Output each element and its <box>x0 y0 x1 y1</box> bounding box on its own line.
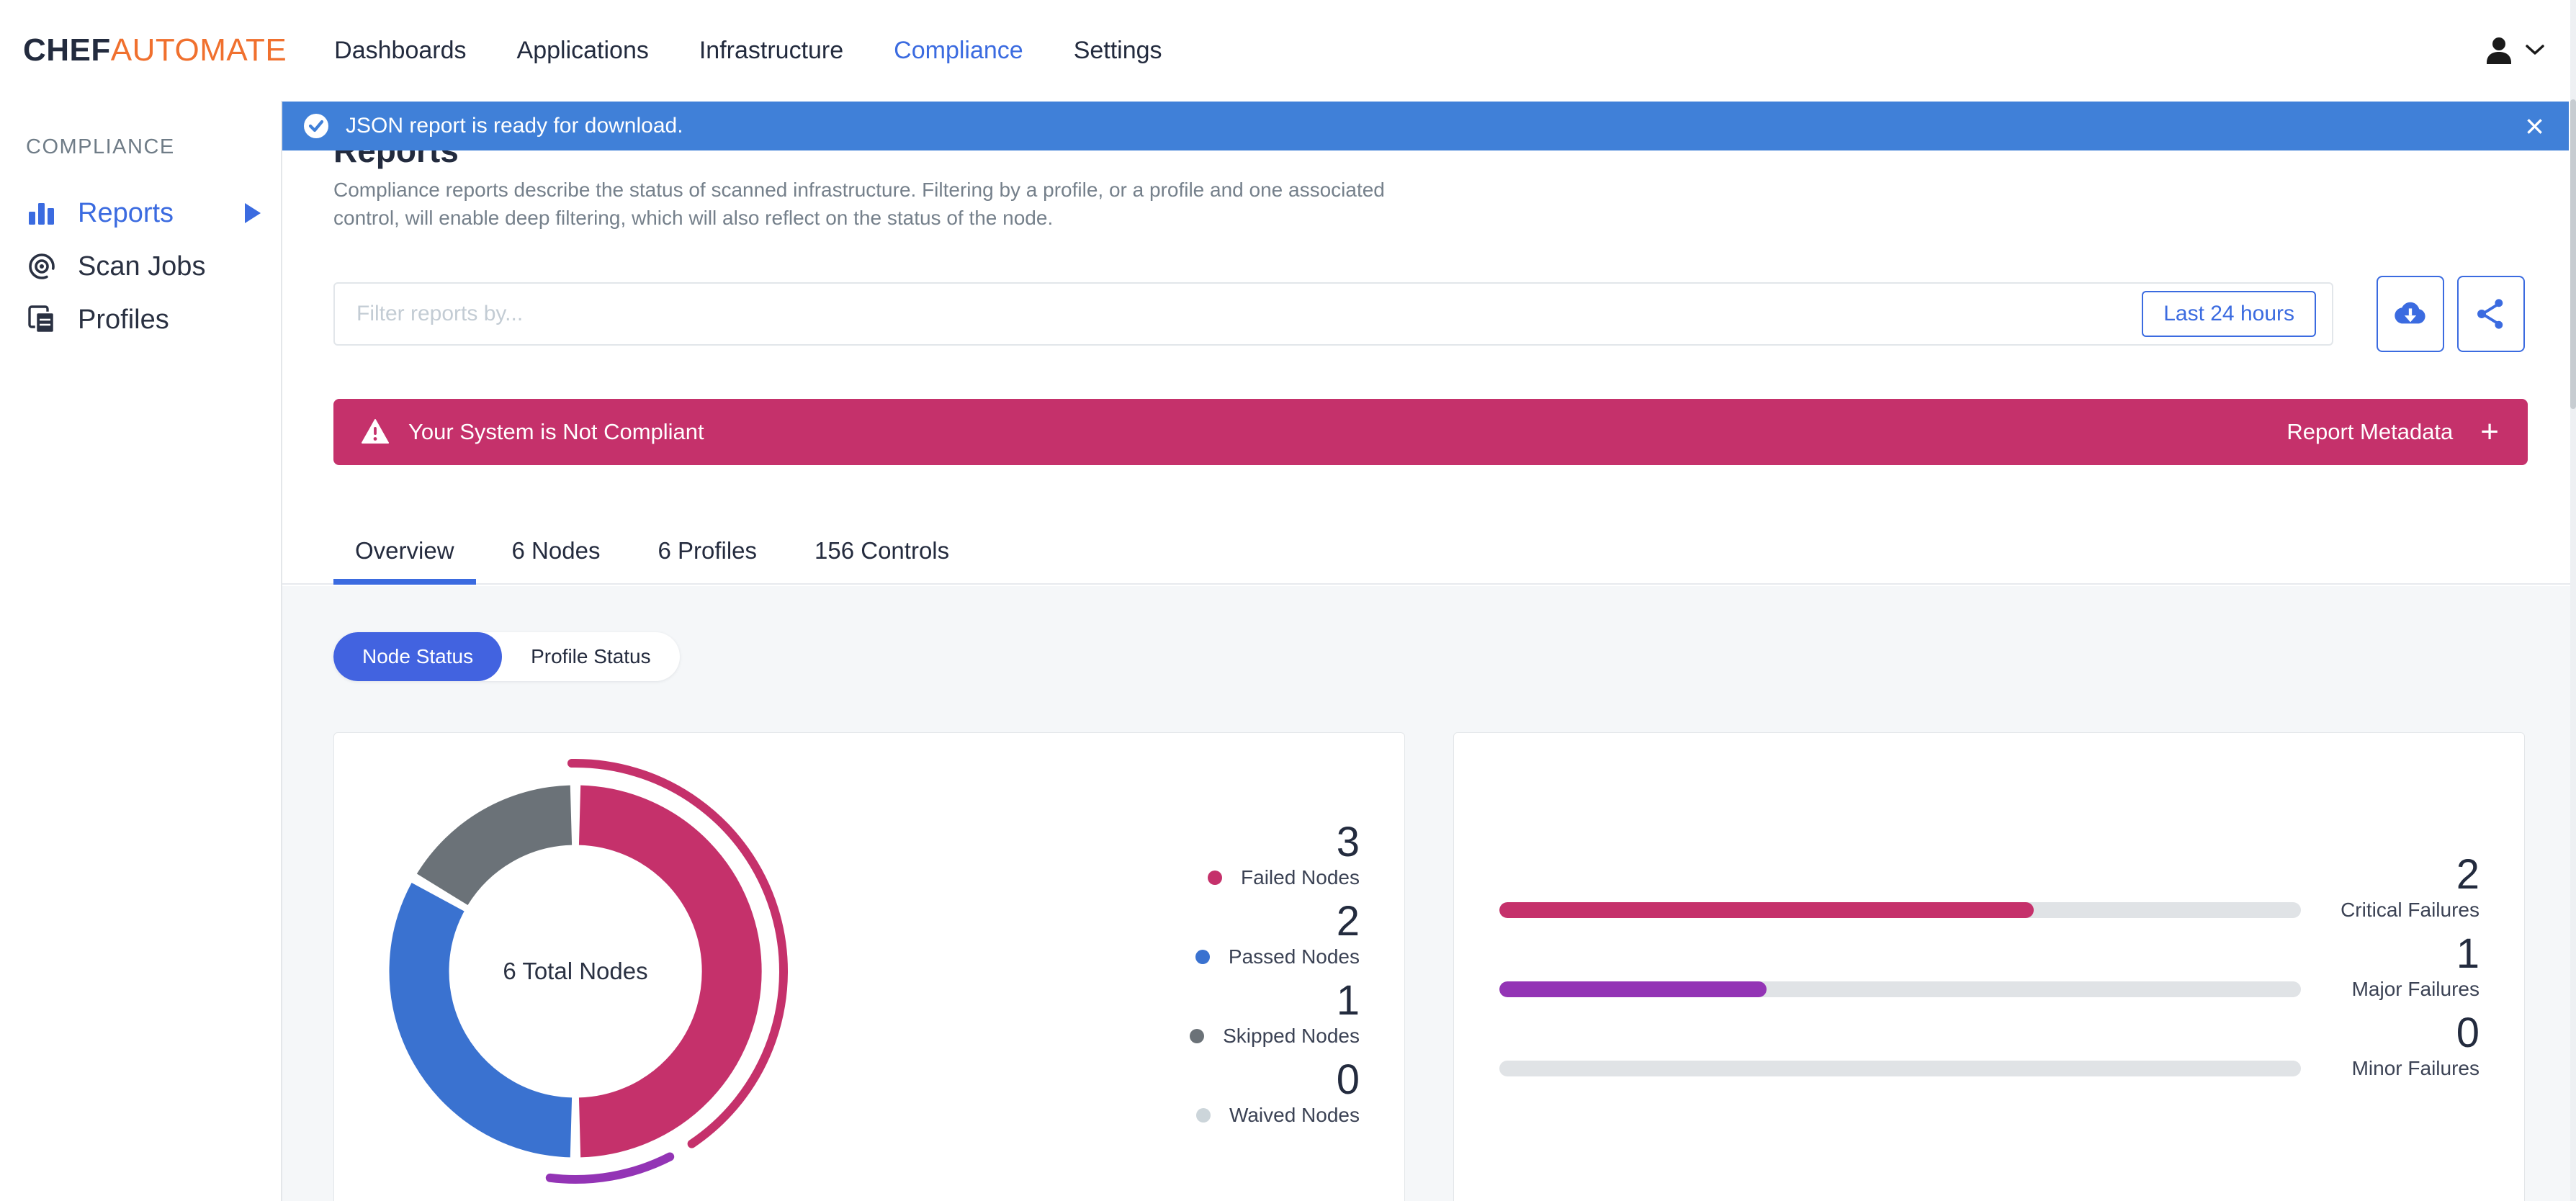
severity-bar-fill <box>1499 902 2034 918</box>
time-range-button[interactable]: Last 24 hours <box>2142 291 2316 337</box>
severity-bar-track <box>1499 902 2301 918</box>
donut-center-label: 6 Total Nodes <box>503 958 648 984</box>
legend-label: Waived Nodes <box>1229 1104 1360 1126</box>
nav-dashboards[interactable]: Dashboards <box>334 37 466 65</box>
app-window: CHEFAUTOMATE Dashboards Applications Inf… <box>0 0 2576 1201</box>
tab-profiles[interactable]: 6 Profiles <box>636 537 778 585</box>
filter-input-wrap: Last 24 hours <box>333 282 2333 346</box>
legend-dot-icon <box>1195 950 1210 964</box>
sidebar-section-label: COMPLIANCE <box>26 135 175 158</box>
cloud-download-icon <box>2392 295 2429 333</box>
toggle-node-status[interactable]: Node Status <box>333 632 503 681</box>
severity-value: 0 <box>2456 1009 2479 1056</box>
documents-icon <box>26 304 58 336</box>
sidebar-item-scan-jobs[interactable]: Scan Jobs <box>26 240 266 293</box>
primary-nav: Dashboards Applications Infrastructure C… <box>334 37 1162 65</box>
filter-toolbar: Last 24 hours <box>333 276 2525 352</box>
legend-value: 2 <box>1336 898 1360 945</box>
reports-header-section: Reports Compliance reports describe the … <box>282 101 2576 585</box>
legend-label: Skipped Nodes <box>1223 1025 1360 1047</box>
filter-reports-input[interactable] <box>333 282 2333 346</box>
overview-cards: 6 Total Nodes 3 Failed Nodes 2 Passed No… <box>333 732 2525 1201</box>
page-scrollbar[interactable] <box>2570 0 2576 1201</box>
sidebar-item-label: Scan Jobs <box>78 251 206 282</box>
legend-dot-icon <box>1190 1029 1205 1043</box>
severity-bar-row: 2 Critical Failures <box>1499 854 2479 925</box>
legend-value: 3 <box>1336 819 1360 865</box>
legend-row: 0 Waived Nodes <box>1195 1056 1360 1130</box>
logo-automate-text: AUTOMATE <box>110 32 287 68</box>
scan-target-icon <box>26 251 58 282</box>
chef-automate-logo[interactable]: CHEFAUTOMATE <box>23 32 287 68</box>
plus-icon: + <box>2480 414 2499 449</box>
user-menu[interactable] <box>2482 34 2544 67</box>
user-profile-icon <box>2482 34 2516 67</box>
sidebar-item-reports[interactable]: Reports <box>26 186 266 240</box>
chevron-down-icon <box>2526 45 2544 56</box>
severity-bar-row: 1 Major Failures <box>1499 933 2479 1004</box>
download-notification-banner: JSON report is ready for download. × <box>282 102 2569 150</box>
toggle-profile-status[interactable]: Profile Status <box>502 632 680 681</box>
notification-message: JSON report is ready for download. <box>346 114 683 138</box>
report-tabs: Overview 6 Nodes 6 Profiles 156 Controls <box>333 537 971 585</box>
overview-body: Node Status Profile Status 6 Total Nodes… <box>282 586 2576 1201</box>
legend-row: 2 Passed Nodes <box>1195 901 1360 971</box>
legend-row: 3 Failed Nodes <box>1208 822 1360 892</box>
failure-severity-card: 2 Critical Failures 1 Major Failures 0 M… <box>1453 732 2525 1201</box>
node-status-donut-chart: 6 Total Nodes <box>356 752 795 1191</box>
compliance-alert-banner: Your System is Not Compliant Report Meta… <box>333 399 2528 465</box>
severity-value: 1 <box>2456 930 2479 977</box>
sidebar-item-profiles[interactable]: Profiles <box>26 293 266 346</box>
bar-chart-icon <box>26 197 58 229</box>
node-status-card: 6 Total Nodes 3 Failed Nodes 2 Passed No… <box>333 732 1405 1201</box>
close-icon[interactable]: × <box>2525 109 2544 143</box>
scrollbar-thumb[interactable] <box>2570 99 2576 409</box>
warning-triangle-icon <box>361 418 390 446</box>
sidebar-item-label: Reports <box>78 197 174 228</box>
failure-severity-chart: 2 Critical Failures 1 Major Failures 0 M… <box>1499 854 2479 1092</box>
status-toggle: Node Status Profile Status <box>333 632 680 681</box>
check-circle-icon <box>302 112 330 140</box>
legend-dot-icon <box>1195 1108 1211 1123</box>
report-metadata-toggle[interactable]: Report Metadata + <box>2286 416 2499 448</box>
severity-label: Major Failures <box>2351 978 2479 1000</box>
nav-settings[interactable]: Settings <box>1074 37 1162 65</box>
severity-label: Critical Failures <box>2341 899 2479 921</box>
tab-overview[interactable]: Overview <box>333 537 476 585</box>
alert-message: Your System is Not Compliant <box>408 419 704 444</box>
legend-label: Failed Nodes <box>1241 866 1360 889</box>
share-report-button[interactable] <box>2457 276 2525 352</box>
nav-infrastructure[interactable]: Infrastructure <box>699 37 843 65</box>
legend-label: Passed Nodes <box>1228 945 1360 968</box>
nav-applications[interactable]: Applications <box>517 37 649 65</box>
sidebar-item-label: Profiles <box>78 304 169 335</box>
main-content: Reports Compliance reports describe the … <box>282 101 2576 1201</box>
legend-dot-icon <box>1208 871 1223 885</box>
report-metadata-label: Report Metadata <box>2286 419 2454 444</box>
compliance-sidebar: COMPLIANCE Reports Scan Jobs Profiles <box>0 101 282 1201</box>
nav-compliance[interactable]: Compliance <box>894 37 1023 65</box>
legend-value: 0 <box>1336 1056 1360 1103</box>
submenu-arrow-icon <box>245 203 261 223</box>
severity-bar-fill <box>1499 981 1767 997</box>
download-report-button[interactable] <box>2377 276 2444 352</box>
tab-controls[interactable]: 156 Controls <box>793 537 971 585</box>
severity-bar-track <box>1499 1061 2301 1076</box>
severity-bar-row: 0 Minor Failures <box>1499 1012 2479 1083</box>
severity-bar-track <box>1499 981 2301 997</box>
tab-nodes[interactable]: 6 Nodes <box>490 537 622 585</box>
logo-chef-text: CHEF <box>23 32 111 68</box>
donut-legend: 3 Failed Nodes 2 Passed Nodes 1 Skipped … <box>1190 822 1360 1138</box>
legend-row: 1 Skipped Nodes <box>1190 980 1360 1051</box>
severity-label: Minor Failures <box>2351 1057 2479 1079</box>
page-description: Compliance reports describe the status o… <box>333 179 1385 229</box>
top-navbar: CHEFAUTOMATE Dashboards Applications Inf… <box>0 0 2576 101</box>
legend-value: 1 <box>1336 977 1360 1024</box>
share-icon <box>2472 295 2510 333</box>
severity-value: 2 <box>2456 851 2479 898</box>
